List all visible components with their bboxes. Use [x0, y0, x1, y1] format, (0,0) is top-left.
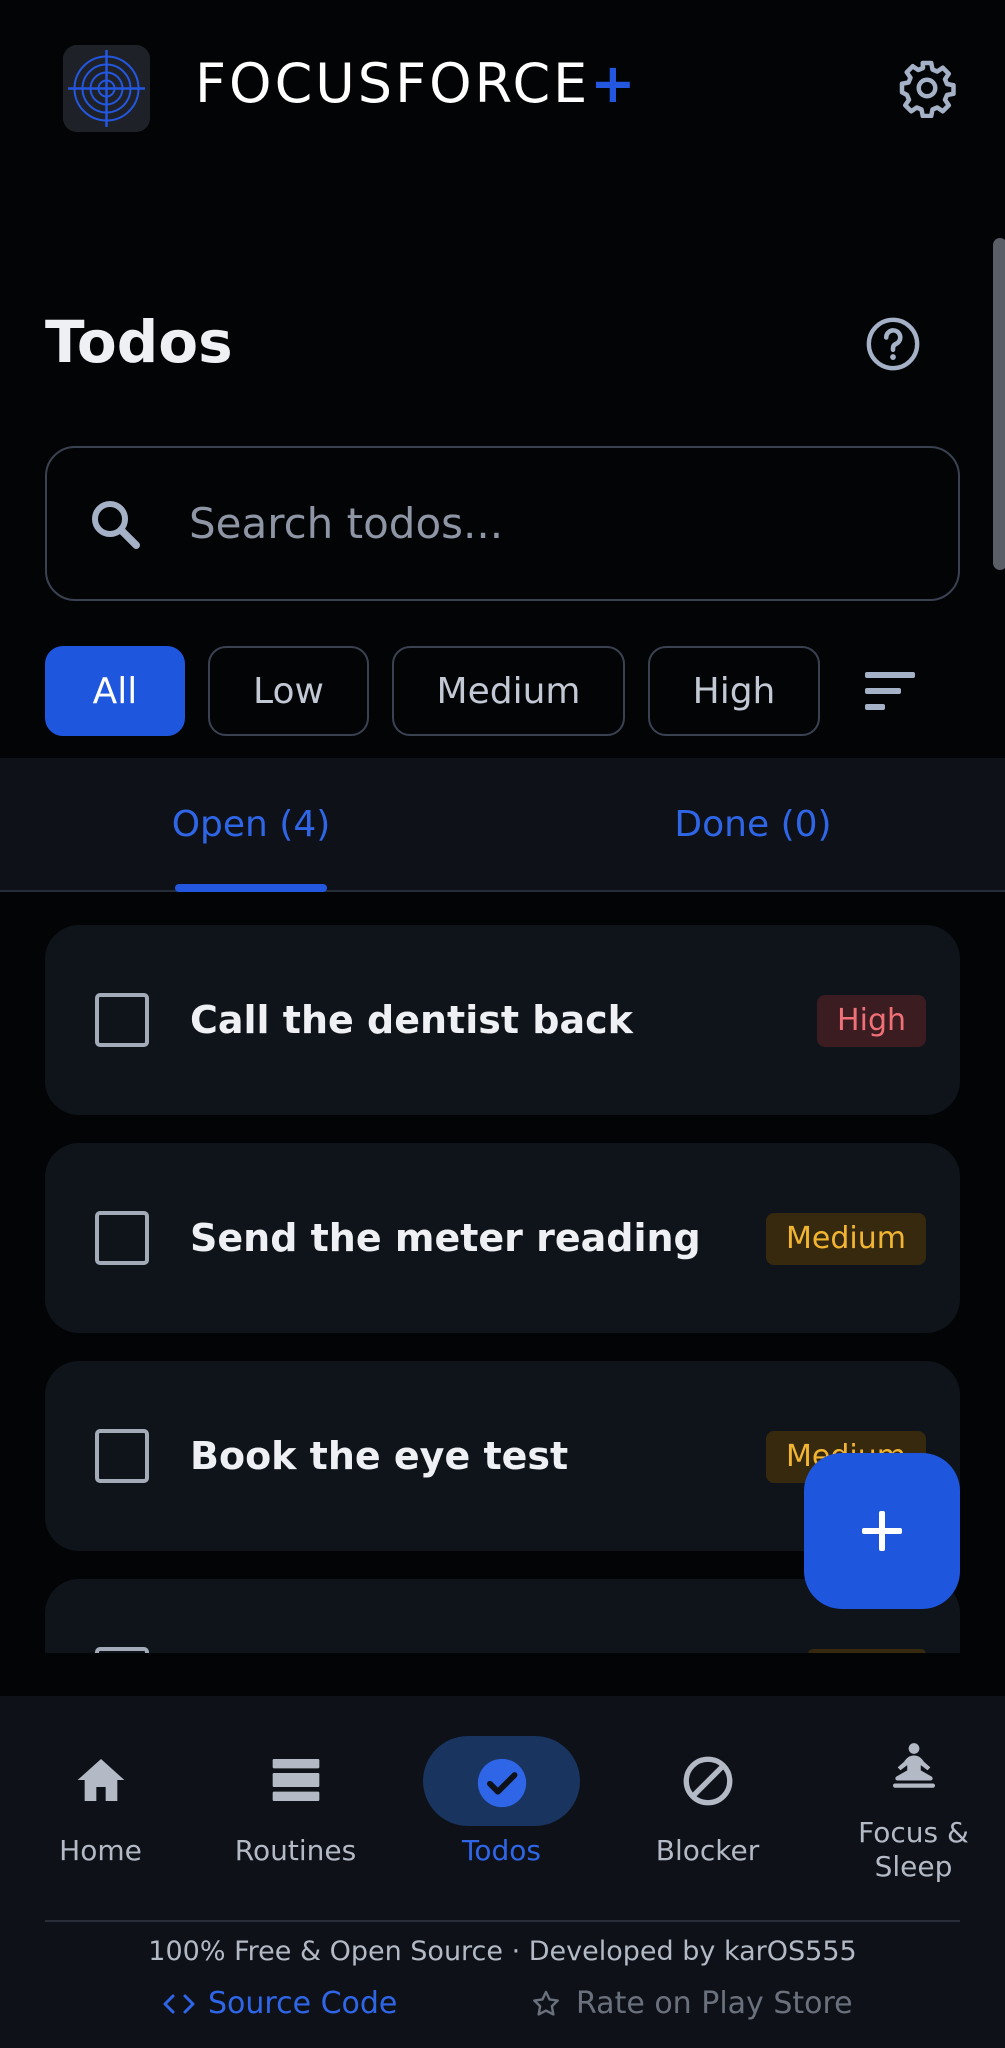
nav-label-focus-sleep: Focus & Sleep: [858, 1816, 969, 1883]
help-circle-icon[interactable]: [864, 315, 922, 373]
search-bar: [45, 446, 960, 601]
priority-badge: High: [817, 995, 926, 1047]
gear-icon[interactable]: [897, 58, 957, 119]
nav-item-home[interactable]: Home: [0, 1696, 201, 1918]
priority-badge: [808, 1649, 926, 1653]
todo-checkbox[interactable]: [95, 1647, 149, 1653]
source-code-link[interactable]: Source Code: [162, 1986, 397, 2021]
sort-icon[interactable]: [863, 666, 919, 716]
footer-credits: 100% Free & Open Source · Developed by k…: [148, 1936, 857, 1967]
nav-item-routines[interactable]: Routines: [195, 1696, 396, 1918]
todo-checkbox[interactable]: [95, 1211, 149, 1265]
priority-badge: Medium: [766, 1213, 926, 1265]
brand-plus: +: [590, 52, 639, 115]
target-icon: [63, 45, 150, 132]
filter-chip-all[interactable]: All: [45, 646, 185, 736]
tab-done[interactable]: Done (0): [502, 758, 1004, 890]
search-input[interactable]: [189, 448, 929, 599]
footer-divider: [45, 1920, 960, 1922]
meditation-icon: [892, 1743, 935, 1788]
tab-open[interactable]: Open (4): [0, 758, 502, 890]
check-circle-icon: [477, 1758, 526, 1808]
scrollbar[interactable]: [993, 238, 1005, 570]
page-title: Todos: [45, 308, 233, 376]
nav-item-blocker[interactable]: Blocker: [607, 1696, 808, 1918]
nav-label-home: Home: [59, 1834, 142, 1867]
star-icon: [533, 1990, 559, 2016]
todo-card[interactable]: Send the meter reading Medium: [45, 1143, 960, 1333]
nav-item-todos[interactable]: Todos: [401, 1696, 602, 1918]
todo-text: Send the meter reading: [190, 1216, 701, 1260]
tab-indicator: [175, 884, 327, 892]
routines-icon: [272, 1759, 319, 1801]
todo-checkbox[interactable]: [95, 1429, 149, 1483]
status-tabs: Open (4) Done (0): [0, 758, 1005, 892]
nav-label-blocker: Blocker: [655, 1834, 760, 1867]
nav-label-todos: Todos: [462, 1834, 541, 1867]
bottom-navigation: Home Routines Todos Blocker Focus & Slee…: [0, 1696, 1005, 2048]
filter-chip-high[interactable]: High: [648, 646, 820, 736]
brand-name: FOCUSFORCE: [195, 52, 591, 115]
app-brand: FOCUSFORCE+: [195, 52, 639, 115]
todo-checkbox[interactable]: [95, 993, 149, 1047]
search-icon: [85, 494, 145, 554]
source-code-label: Source Code: [208, 1986, 398, 2021]
home-icon: [77, 1759, 124, 1801]
filter-chip-low[interactable]: Low: [208, 646, 369, 736]
plus-icon: [862, 1511, 902, 1551]
rate-link[interactable]: Rate on Play Store: [530, 1986, 853, 2021]
todo-text: Book the eye test: [190, 1434, 569, 1478]
app-bar: FOCUSFORCE+: [0, 0, 1005, 180]
todo-text: Call the dentist back: [190, 998, 633, 1042]
nav-label-routines: Routines: [234, 1834, 357, 1867]
filter-chip-medium[interactable]: Medium: [392, 646, 625, 736]
code-icon: [163, 1994, 195, 2013]
block-icon: [683, 1756, 732, 1806]
nav-item-focus-sleep[interactable]: Focus & Sleep: [813, 1696, 1005, 1918]
todo-card[interactable]: Call the dentist back High: [45, 925, 960, 1115]
rate-label: Rate on Play Store: [576, 1986, 853, 2021]
add-todo-button[interactable]: [804, 1453, 960, 1609]
